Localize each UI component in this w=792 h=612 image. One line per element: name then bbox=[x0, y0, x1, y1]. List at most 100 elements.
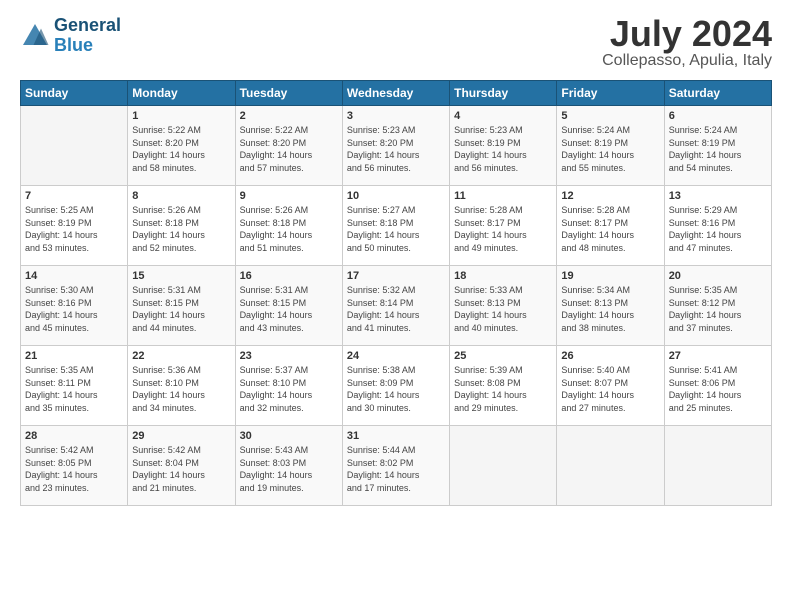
day-number: 5 bbox=[561, 110, 659, 122]
day-info: Sunrise: 5:23 AM Sunset: 8:19 PM Dayligh… bbox=[454, 124, 552, 174]
calendar-header-row: SundayMondayTuesdayWednesdayThursdayFrid… bbox=[21, 81, 772, 106]
header-wednesday: Wednesday bbox=[342, 81, 449, 106]
week-row-1: 1Sunrise: 5:22 AM Sunset: 8:20 PM Daylig… bbox=[21, 106, 772, 186]
calendar-cell: 3 Sunrise: 5:23 AM Sunset: 8:20 PM Daylig… bbox=[342, 106, 449, 186]
day-number: 8 bbox=[132, 190, 230, 202]
day-info: Sunrise: 5:26 AM Sunset: 8:18 PM Dayligh… bbox=[240, 204, 338, 254]
calendar-cell: 14Sunrise: 5:30 AM Sunset: 8:16 PM Dayli… bbox=[21, 266, 128, 346]
calendar-cell: 15Sunrise: 5:31 AM Sunset: 8:15 PM Dayli… bbox=[128, 266, 235, 346]
day-number: 28 bbox=[25, 430, 123, 442]
calendar-cell: 18Sunrise: 5:33 AM Sunset: 8:13 PM Dayli… bbox=[450, 266, 557, 346]
calendar-cell: 2Sunrise: 5:22 AM Sunset: 8:20 PM Daylig… bbox=[235, 106, 342, 186]
day-number: 14 bbox=[25, 270, 123, 282]
day-info: Sunrise: 5:38 AM Sunset: 8:09 PM Dayligh… bbox=[347, 364, 445, 414]
day-info: Sunrise: 5:29 AM Sunset: 8:16 PM Dayligh… bbox=[669, 204, 767, 254]
day-number: 19 bbox=[561, 270, 659, 282]
header-friday: Friday bbox=[557, 81, 664, 106]
calendar-cell bbox=[557, 426, 664, 506]
day-info: Sunrise: 5:31 AM Sunset: 8:15 PM Dayligh… bbox=[240, 284, 338, 334]
day-number: 26 bbox=[561, 350, 659, 362]
logo: General Blue bbox=[20, 16, 121, 56]
day-number: 21 bbox=[25, 350, 123, 362]
month-title: July 2024 bbox=[602, 16, 772, 52]
calendar-cell: 11Sunrise: 5:28 AM Sunset: 8:17 PM Dayli… bbox=[450, 186, 557, 266]
day-number: 16 bbox=[240, 270, 338, 282]
header-thursday: Thursday bbox=[450, 81, 557, 106]
day-info: Sunrise: 5:36 AM Sunset: 8:10 PM Dayligh… bbox=[132, 364, 230, 414]
day-info: Sunrise: 5:35 AM Sunset: 8:11 PM Dayligh… bbox=[25, 364, 123, 414]
header-tuesday: Tuesday bbox=[235, 81, 342, 106]
week-row-4: 21 Sunrise: 5:35 AM Sunset: 8:11 PM Dayli… bbox=[21, 346, 772, 426]
calendar-cell: 29 Sunrise: 5:42 AM Sunset: 8:04 PM Dayli… bbox=[128, 426, 235, 506]
calendar-cell: 5 Sunrise: 5:24 AM Sunset: 8:19 PM Daylig… bbox=[557, 106, 664, 186]
day-info: Sunrise: 5:42 AM Sunset: 8:04 PM Dayligh… bbox=[132, 444, 230, 494]
day-number: 4 bbox=[454, 110, 552, 122]
page-header: General Blue July 2024 Collepasso, Apuli… bbox=[20, 16, 772, 70]
calendar-cell: 28 Sunrise: 5:42 AM Sunset: 8:05 PM Dayli… bbox=[21, 426, 128, 506]
header-sunday: Sunday bbox=[21, 81, 128, 106]
calendar-cell: 8 Sunrise: 5:26 AM Sunset: 8:18 PM Daylig… bbox=[128, 186, 235, 266]
week-row-5: 28 Sunrise: 5:42 AM Sunset: 8:05 PM Dayli… bbox=[21, 426, 772, 506]
day-info: Sunrise: 5:24 AM Sunset: 8:19 PM Dayligh… bbox=[669, 124, 767, 174]
calendar-cell: 30 Sunrise: 5:43 AM Sunset: 8:03 PM Dayli… bbox=[235, 426, 342, 506]
calendar-cell: 26 Sunrise: 5:40 AM Sunset: 8:07 PM Dayli… bbox=[557, 346, 664, 426]
calendar-cell: 24Sunrise: 5:38 AM Sunset: 8:09 PM Dayli… bbox=[342, 346, 449, 426]
week-row-3: 14Sunrise: 5:30 AM Sunset: 8:16 PM Dayli… bbox=[21, 266, 772, 346]
day-number: 23 bbox=[240, 350, 338, 362]
day-number: 20 bbox=[669, 270, 767, 282]
calendar-cell: 21 Sunrise: 5:35 AM Sunset: 8:11 PM Dayli… bbox=[21, 346, 128, 426]
calendar-cell bbox=[664, 426, 771, 506]
week-row-2: 7 Sunrise: 5:25 AM Sunset: 8:19 PM Daylig… bbox=[21, 186, 772, 266]
day-info: Sunrise: 5:37 AM Sunset: 8:10 PM Dayligh… bbox=[240, 364, 338, 414]
day-number: 3 bbox=[347, 110, 445, 122]
location: Collepasso, Apulia, Italy bbox=[602, 52, 772, 70]
calendar-cell: 10Sunrise: 5:27 AM Sunset: 8:18 PM Dayli… bbox=[342, 186, 449, 266]
day-number: 17 bbox=[347, 270, 445, 282]
calendar-cell: 4 Sunrise: 5:23 AM Sunset: 8:19 PM Daylig… bbox=[450, 106, 557, 186]
calendar-cell: 9 Sunrise: 5:26 AM Sunset: 8:18 PM Daylig… bbox=[235, 186, 342, 266]
title-block: July 2024 Collepasso, Apulia, Italy bbox=[602, 16, 772, 70]
day-info: Sunrise: 5:32 AM Sunset: 8:14 PM Dayligh… bbox=[347, 284, 445, 334]
day-number: 7 bbox=[25, 190, 123, 202]
day-info: Sunrise: 5:22 AM Sunset: 8:20 PM Dayligh… bbox=[132, 124, 230, 174]
day-info: Sunrise: 5:43 AM Sunset: 8:03 PM Dayligh… bbox=[240, 444, 338, 494]
day-number: 12 bbox=[561, 190, 659, 202]
day-number: 10 bbox=[347, 190, 445, 202]
logo-text: General Blue bbox=[54, 16, 121, 56]
calendar-cell: 27 Sunrise: 5:41 AM Sunset: 8:06 PM Dayli… bbox=[664, 346, 771, 426]
calendar-cell: 19Sunrise: 5:34 AM Sunset: 8:13 PM Dayli… bbox=[557, 266, 664, 346]
calendar-cell: 1Sunrise: 5:22 AM Sunset: 8:20 PM Daylig… bbox=[128, 106, 235, 186]
calendar-cell: 13 Sunrise: 5:29 AM Sunset: 8:16 PM Dayli… bbox=[664, 186, 771, 266]
day-info: Sunrise: 5:35 AM Sunset: 8:12 PM Dayligh… bbox=[669, 284, 767, 334]
day-number: 11 bbox=[454, 190, 552, 202]
calendar-cell bbox=[21, 106, 128, 186]
day-number: 31 bbox=[347, 430, 445, 442]
day-info: Sunrise: 5:42 AM Sunset: 8:05 PM Dayligh… bbox=[25, 444, 123, 494]
calendar-cell: 23 Sunrise: 5:37 AM Sunset: 8:10 PM Dayli… bbox=[235, 346, 342, 426]
day-info: Sunrise: 5:31 AM Sunset: 8:15 PM Dayligh… bbox=[132, 284, 230, 334]
day-info: Sunrise: 5:23 AM Sunset: 8:20 PM Dayligh… bbox=[347, 124, 445, 174]
day-number: 6 bbox=[669, 110, 767, 122]
calendar-cell: 31Sunrise: 5:44 AM Sunset: 8:02 PM Dayli… bbox=[342, 426, 449, 506]
calendar-cell: 7 Sunrise: 5:25 AM Sunset: 8:19 PM Daylig… bbox=[21, 186, 128, 266]
calendar-cell: 6 Sunrise: 5:24 AM Sunset: 8:19 PM Daylig… bbox=[664, 106, 771, 186]
day-info: Sunrise: 5:24 AM Sunset: 8:19 PM Dayligh… bbox=[561, 124, 659, 174]
day-number: 29 bbox=[132, 430, 230, 442]
day-number: 25 bbox=[454, 350, 552, 362]
day-number: 22 bbox=[132, 350, 230, 362]
day-number: 13 bbox=[669, 190, 767, 202]
day-info: Sunrise: 5:25 AM Sunset: 8:19 PM Dayligh… bbox=[25, 204, 123, 254]
calendar-cell bbox=[450, 426, 557, 506]
calendar-cell: 20 Sunrise: 5:35 AM Sunset: 8:12 PM Dayli… bbox=[664, 266, 771, 346]
calendar-table: SundayMondayTuesdayWednesdayThursdayFrid… bbox=[20, 80, 772, 506]
day-info: Sunrise: 5:28 AM Sunset: 8:17 PM Dayligh… bbox=[561, 204, 659, 254]
calendar-cell: 12 Sunrise: 5:28 AM Sunset: 8:17 PM Dayli… bbox=[557, 186, 664, 266]
day-info: Sunrise: 5:40 AM Sunset: 8:07 PM Dayligh… bbox=[561, 364, 659, 414]
calendar-cell: 22 Sunrise: 5:36 AM Sunset: 8:10 PM Dayli… bbox=[128, 346, 235, 426]
day-number: 9 bbox=[240, 190, 338, 202]
day-info: Sunrise: 5:41 AM Sunset: 8:06 PM Dayligh… bbox=[669, 364, 767, 414]
day-number: 27 bbox=[669, 350, 767, 362]
day-number: 30 bbox=[240, 430, 338, 442]
day-info: Sunrise: 5:26 AM Sunset: 8:18 PM Dayligh… bbox=[132, 204, 230, 254]
calendar-cell: 16 Sunrise: 5:31 AM Sunset: 8:15 PM Dayli… bbox=[235, 266, 342, 346]
